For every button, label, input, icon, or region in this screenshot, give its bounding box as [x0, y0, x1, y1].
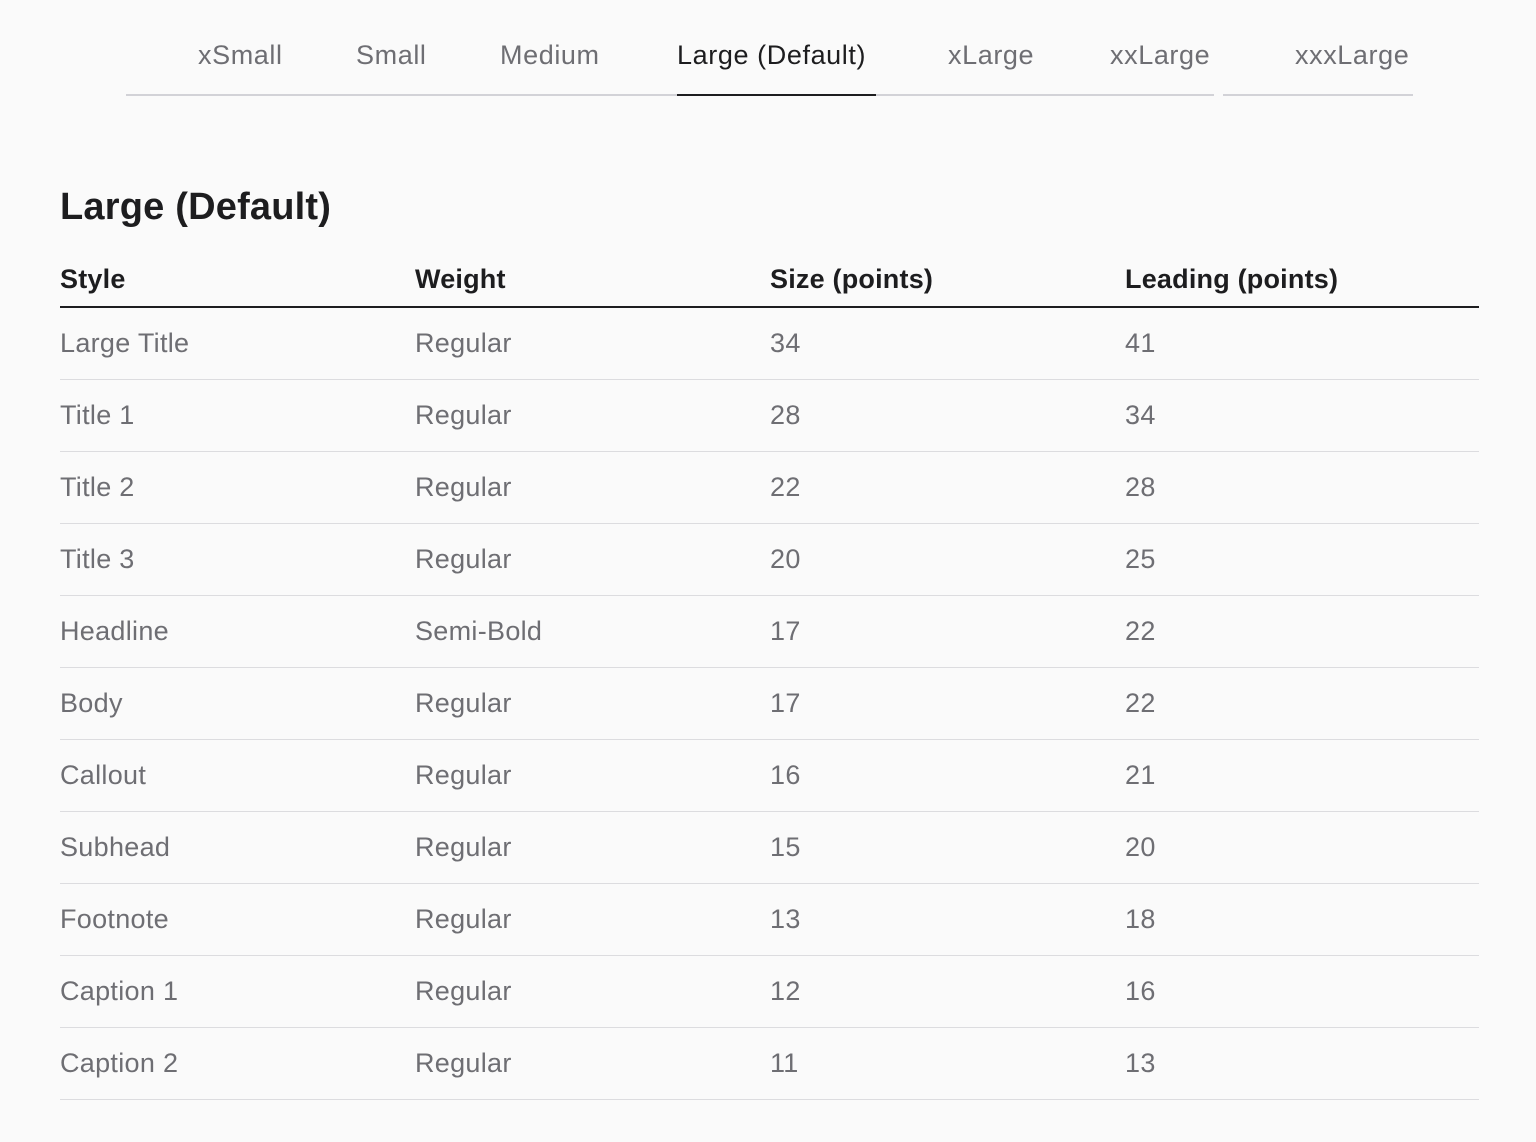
cell-size: 13	[770, 883, 1125, 956]
cell-size: 12	[770, 955, 1125, 1028]
cell-leading: 16	[1125, 955, 1479, 1028]
cell-leading: 18	[1125, 883, 1479, 956]
table-row: Subhead Regular 15 20	[60, 811, 1479, 884]
cell-leading: 34	[1125, 379, 1479, 452]
cell-leading: 22	[1125, 595, 1479, 668]
cell-size: 16	[770, 739, 1125, 812]
cell-size: 17	[770, 667, 1125, 740]
type-size-table: Style Weight Size (points) Leading (poin…	[60, 252, 1479, 1100]
cell-style: Caption 1	[60, 955, 415, 1028]
cell-weight: Regular	[415, 739, 770, 812]
tab-xxlarge[interactable]: xxLarge	[1072, 32, 1214, 96]
tab-label: xLarge	[948, 40, 1035, 70]
cell-weight: Regular	[415, 523, 770, 596]
table-row: Footnote Regular 13 18	[60, 883, 1479, 956]
cell-leading: 13	[1125, 1027, 1479, 1100]
tab-medium[interactable]: Medium	[464, 32, 677, 96]
cell-style: Large Title	[60, 307, 415, 380]
table-row: Title 2 Regular 22 28	[60, 451, 1479, 524]
cell-weight: Semi-Bold	[415, 595, 770, 668]
cell-leading: 20	[1125, 811, 1479, 884]
table-row: Caption 2 Regular 11 13	[60, 1027, 1479, 1100]
tab-label: Small	[356, 40, 427, 70]
cell-size: 22	[770, 451, 1125, 524]
cell-weight: Regular	[415, 1027, 770, 1100]
cell-weight: Regular	[415, 955, 770, 1028]
tab-small[interactable]: Small	[324, 32, 464, 96]
table-header-row: Style Weight Size (points) Leading (poin…	[60, 252, 1479, 308]
table-row: Body Regular 17 22	[60, 667, 1479, 740]
cell-style: Subhead	[60, 811, 415, 884]
table-row: Headline Semi-Bold 17 22	[60, 595, 1479, 668]
cell-leading: 25	[1125, 523, 1479, 596]
cell-size: 28	[770, 379, 1125, 452]
table-row: Caption 1 Regular 12 16	[60, 955, 1479, 1028]
section-title: Large (Default)	[60, 186, 332, 228]
cell-weight: Regular	[415, 883, 770, 956]
cell-leading: 41	[1125, 307, 1479, 380]
table-row: Large Title Regular 34 41	[60, 307, 1479, 380]
cell-style: Caption 2	[60, 1027, 415, 1100]
column-header-size: Size (points)	[770, 252, 1125, 308]
cell-size: 34	[770, 307, 1125, 380]
cell-size: 20	[770, 523, 1125, 596]
cell-size: 17	[770, 595, 1125, 668]
tab-label: Medium	[500, 40, 600, 70]
cell-style: Headline	[60, 595, 415, 668]
cell-weight: Regular	[415, 379, 770, 452]
table-row: Title 3 Regular 20 25	[60, 523, 1479, 596]
tab-label: xxxLarge	[1295, 40, 1410, 70]
cell-leading: 28	[1125, 451, 1479, 524]
cell-weight: Regular	[415, 307, 770, 380]
tab-label: Large (Default)	[677, 40, 867, 70]
cell-leading: 21	[1125, 739, 1479, 812]
cell-style: Title 1	[60, 379, 415, 452]
cell-style: Title 2	[60, 451, 415, 524]
cell-style: Footnote	[60, 883, 415, 956]
column-header-style: Style	[60, 252, 415, 308]
size-tab-bar: xSmall Small Medium Large (Default) xLar…	[0, 0, 1536, 100]
tab-xxxlarge[interactable]: xxxLarge	[1223, 32, 1413, 96]
tab-label: xSmall	[198, 40, 283, 70]
cell-weight: Regular	[415, 811, 770, 884]
cell-size: 15	[770, 811, 1125, 884]
cell-style: Title 3	[60, 523, 415, 596]
column-header-weight: Weight	[415, 252, 770, 308]
table-row: Callout Regular 16 21	[60, 739, 1479, 812]
tab-label: xxLarge	[1110, 40, 1211, 70]
column-header-leading: Leading (points)	[1125, 252, 1479, 308]
cell-style: Body	[60, 667, 415, 740]
table-row: Title 1 Regular 28 34	[60, 379, 1479, 452]
cell-weight: Regular	[415, 451, 770, 524]
tab-xsmall[interactable]: xSmall	[126, 32, 324, 96]
cell-size: 11	[770, 1027, 1125, 1100]
tab-large-default[interactable]: Large (Default)	[677, 32, 876, 96]
tab-xlarge[interactable]: xLarge	[876, 32, 1072, 96]
cell-style: Callout	[60, 739, 415, 812]
cell-leading: 22	[1125, 667, 1479, 740]
cell-weight: Regular	[415, 667, 770, 740]
